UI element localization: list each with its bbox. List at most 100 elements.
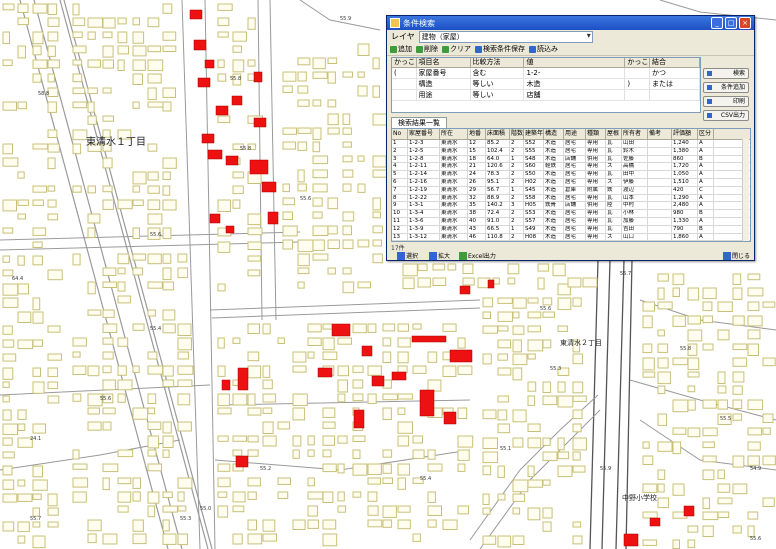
- result-row[interactable]: 3 1-2-8 東清水 18 64.0 1 S48 木造 店舗 併用瓦佐藤 860 B: [392, 155, 750, 164]
- result-col-header[interactable]: 家屋番号: [408, 129, 440, 139]
- condition-cell[interactable]: [625, 68, 650, 78]
- tab-results[interactable]: 検索結果一覧: [391, 117, 447, 128]
- result-cell: 2: [510, 171, 524, 178]
- result-col-header[interactable]: No: [392, 129, 408, 139]
- result-row[interactable]: 10 1-3-4 東清水 38 72.4 2 S53 木造 居宅 専用瓦小林 980 B: [392, 210, 750, 218]
- col-header[interactable]: 結合: [650, 58, 700, 67]
- result-row[interactable]: 9 1-3-1 東清水 35 140.2 3 H05 鉄骨 店舗 併用陸中村 2,480 A: [392, 202, 750, 211]
- condition-cell[interactable]: 家屋番号: [417, 68, 471, 78]
- building: [292, 393, 308, 407]
- col-header[interactable]: かっこ: [625, 58, 650, 67]
- condition-cell[interactable]: ): [625, 79, 650, 89]
- minimize-button[interactable]: _: [711, 17, 723, 29]
- result-col-header[interactable]: 地番: [468, 129, 486, 139]
- building: [132, 407, 149, 420]
- result-col-header[interactable]: 種類: [586, 129, 606, 139]
- select-button[interactable]: 選択: [397, 246, 418, 260]
- result-grid[interactable]: No 家屋番号 所在 地番 床面積 階数 建築年 構造 用途 種類 屋根 所有者 備考 評価額 区分 1 1-…: [391, 128, 751, 242]
- condition-cell[interactable]: 等しい: [471, 90, 525, 100]
- building: [132, 185, 141, 193]
- add-search-button[interactable]: 条件追加: [703, 82, 749, 93]
- close-button[interactable]: ×: [739, 17, 751, 29]
- building: [147, 393, 157, 404]
- load-condition-button[interactable]: 読込み: [529, 44, 558, 54]
- maximize-button[interactable]: □: [725, 17, 737, 29]
- result-row[interactable]: 1 1-2-3 東清水 12 85.2 2 S52 木造 居宅 専用瓦山田 1,240 A: [392, 140, 750, 148]
- delete-condition-button[interactable]: 削除: [416, 44, 438, 54]
- result-row[interactable]: 6 1-2-16 東清水 26 95.1 2 H02 木造 居宅 専用ス伊藤 1,510 A: [392, 178, 750, 187]
- result-col-header[interactable]: 構造: [544, 129, 564, 139]
- result-col-header[interactable]: 用途: [564, 129, 586, 139]
- highlighted-building: [267, 211, 279, 225]
- highlighted-building: [189, 9, 203, 20]
- condition-cell[interactable]: 構造: [417, 79, 471, 89]
- result-cell: 14: [392, 241, 408, 242]
- result-row[interactable]: 11 1-3-6 東清水 40 91.0 2 S57 木造 居宅 専用瓦加藤 1,330 A: [392, 217, 750, 226]
- building: [247, 241, 262, 250]
- result-cell: 木造: [544, 225, 564, 233]
- condition-row[interactable]: 構造 等しい 木造) または: [392, 79, 700, 90]
- result-cell: H05: [524, 202, 544, 210]
- building: [147, 449, 157, 457]
- condition-row[interactable]: 用途 等しい 店舗: [392, 90, 700, 101]
- search-button[interactable]: 検索: [703, 68, 749, 79]
- result-row[interactable]: 5 1-2-14 東清水 24 78.3 2 S50 木造 居宅 専用瓦田中 1,050 A: [392, 171, 750, 179]
- close-dialog-button[interactable]: 閉じる: [723, 246, 750, 260]
- search-dialog[interactable]: 条件検索 _ □ × レイヤ 建物（家屋） 追加 削除 クリア 検索条件保存 読…: [386, 15, 755, 261]
- col-header[interactable]: 比較方法: [471, 58, 525, 67]
- result-row[interactable]: 7 1-2-19 東清水 29 56.7 1 S45 木造 倉庫 附属鉄渡辺 420 C: [392, 186, 750, 195]
- result-row[interactable]: 141-3-15東清水4983.62S62軽鉄事務所専用陸松本 1,420A: [392, 241, 750, 242]
- building: [732, 483, 748, 495]
- result-col-header[interactable]: 備考: [648, 129, 672, 139]
- result-col-header[interactable]: 屋根: [606, 129, 622, 139]
- result-col-header[interactable]: 所有者: [622, 129, 648, 139]
- result-row[interactable]: 4 1-2-11 東清水 21 120.6 2 S60 軽鉄 居宅 専用ス高橋 1,720 A: [392, 163, 750, 172]
- zoom-button[interactable]: 拡大: [429, 246, 450, 260]
- building: [102, 115, 114, 122]
- result-col-header[interactable]: 所在: [440, 129, 468, 139]
- building: [442, 323, 457, 332]
- clear-condition-button[interactable]: クリア: [442, 44, 471, 54]
- result-col-header[interactable]: 建築年: [524, 129, 544, 139]
- col-header[interactable]: かっこ: [392, 58, 417, 67]
- print-button[interactable]: 印刷: [703, 96, 749, 107]
- condition-cell[interactable]: かつ: [650, 68, 700, 78]
- layer-select[interactable]: 建物（家屋）: [418, 30, 593, 43]
- col-header[interactable]: 値: [524, 58, 626, 67]
- condition-row[interactable]: (家屋番号 含む 1-2- かつ: [392, 68, 700, 79]
- result-col-header[interactable]: 床面積: [486, 129, 510, 139]
- condition-cell[interactable]: (: [392, 68, 417, 78]
- condition-cell[interactable]: [392, 79, 417, 89]
- result-cell: A: [698, 147, 714, 155]
- result-col-header[interactable]: 区分: [698, 129, 714, 139]
- condition-cell[interactable]: [392, 90, 417, 100]
- result-col-header[interactable]: 評価額: [672, 129, 698, 139]
- condition-cell[interactable]: 店舗: [524, 90, 626, 100]
- result-row[interactable]: 8 1-2-22 東清水 32 88.9 2 S58 木造 居宅 専用瓦山本 1,290 A: [392, 194, 750, 203]
- building: [327, 99, 337, 108]
- condition-cell[interactable]: 木造: [524, 79, 626, 89]
- condition-cell[interactable]: [650, 90, 700, 100]
- building: [162, 253, 172, 264]
- condition-cell[interactable]: または: [650, 79, 700, 89]
- result-cell: 居宅: [564, 178, 586, 186]
- condition-cell[interactable]: 用途: [417, 90, 471, 100]
- result-cell: 吉田: [622, 225, 648, 233]
- condition-cell[interactable]: 1-2-: [524, 68, 626, 78]
- excel-export-button[interactable]: Excel出力: [459, 246, 496, 260]
- col-header[interactable]: 項目名: [417, 58, 471, 67]
- condition-cell[interactable]: 等しい: [471, 79, 525, 89]
- result-col-header[interactable]: 階数: [510, 129, 524, 139]
- save-condition-button[interactable]: 検索条件保存: [475, 44, 525, 54]
- csv-button[interactable]: CSV出力: [703, 110, 749, 121]
- result-row[interactable]: 2 1-2-5 東清水 15 102.4 2 S55 木造 居宅 専用瓦鈴木 1,380 A: [392, 147, 750, 156]
- condition-grid[interactable]: かっこ 項目名 比較方法 値 かっこ 結合 (家屋番号 含む 1-2- かつ 構造 等しい…: [391, 57, 701, 113]
- condition-cell[interactable]: [625, 90, 650, 100]
- dialog-titlebar[interactable]: 条件検索 _ □ ×: [387, 16, 754, 30]
- result-row[interactable]: 12 1-3-9 東清水 43 66.5 1 S49 木造 居宅 専用瓦吉田 790 B: [392, 225, 750, 234]
- add-condition-button[interactable]: 追加: [390, 44, 412, 54]
- result-row[interactable]: 13 1-3-12 東清水 46 110.8 2 H08 木造 居宅 専用ス山口 1,860 A: [392, 233, 750, 241]
- vertical-scrollbar[interactable]: [742, 139, 749, 241]
- condition-cell[interactable]: 含む: [471, 68, 525, 78]
- result-cell: 東清水: [440, 210, 468, 217]
